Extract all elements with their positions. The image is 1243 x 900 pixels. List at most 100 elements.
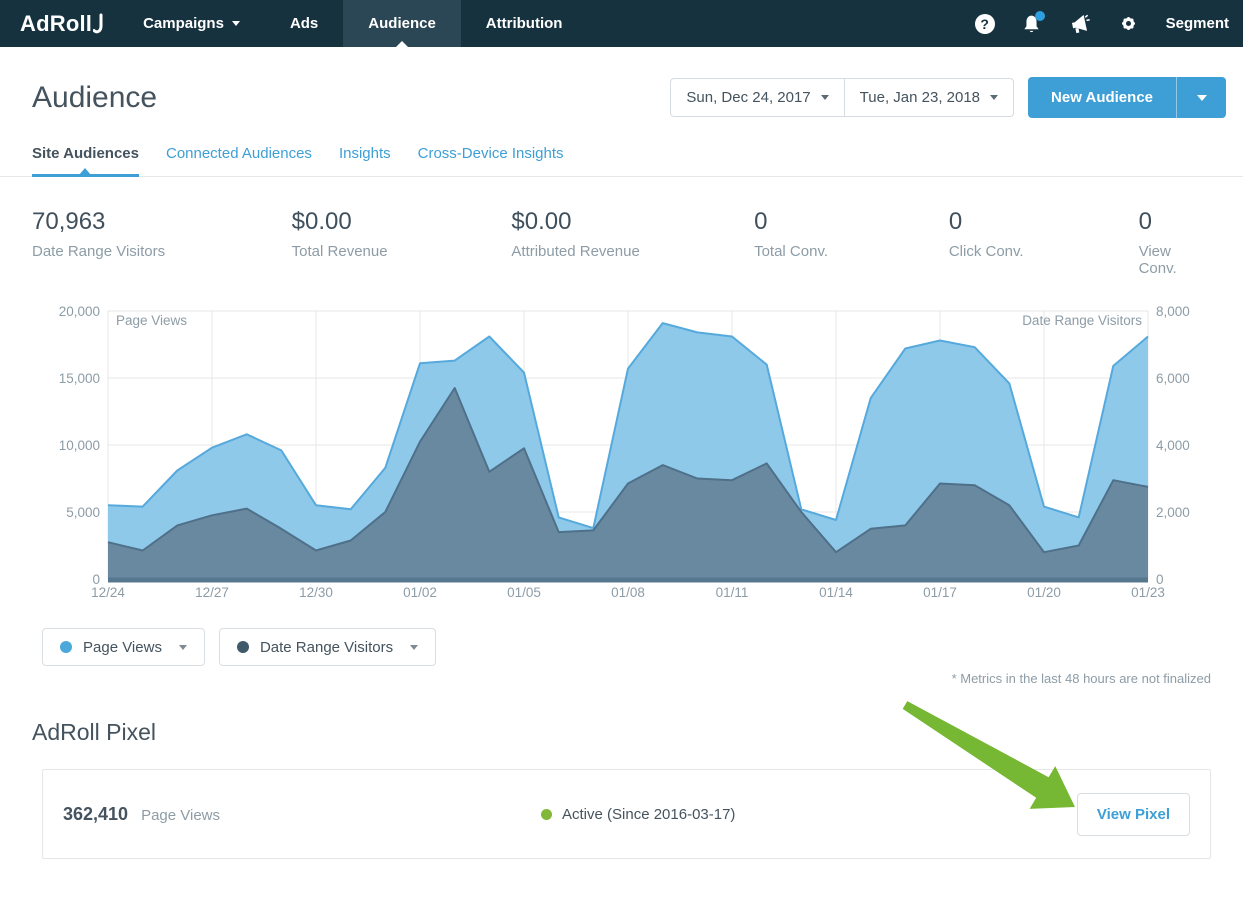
x-axis-tick: 01/17	[923, 585, 957, 600]
stat-view-conv-: 0 View Conv.	[1139, 208, 1213, 277]
legend-toggle-page-views[interactable]: Page Views	[42, 628, 205, 666]
x-axis-line	[108, 578, 1148, 583]
megaphone-glyph	[1068, 13, 1092, 35]
nav-item-ads[interactable]: Ads	[265, 0, 343, 47]
new-audience-button[interactable]: New Audience	[1028, 77, 1176, 118]
nav-item-attribution[interactable]: Attribution	[461, 0, 588, 47]
stat-date-range-visitors: 70,963 Date Range Visitors	[32, 208, 292, 277]
left-axis-tick: 10,000	[59, 438, 100, 453]
nav-item-label: Attribution	[486, 15, 563, 32]
area-chart-svg: 05,00010,00015,00020,00002,0004,0006,000…	[30, 303, 1210, 603]
right-axis-title: Date Range Visitors	[1022, 313, 1142, 328]
stat-label: Date Range Visitors	[32, 243, 292, 260]
top-navbar: AdRoll Campaigns Ads Audience Attribution ?	[0, 0, 1243, 47]
stat-value: 0	[754, 208, 949, 236]
nav-item-campaigns[interactable]: Campaigns	[118, 0, 265, 47]
x-axis-tick: 01/14	[819, 585, 853, 600]
tab-cross-device-insights[interactable]: Cross-Device Insights	[418, 135, 564, 176]
nav-item-label: Ads	[290, 15, 318, 32]
pixel-status: Active (Since 2016-03-17)	[541, 806, 735, 823]
audience-tabs: Site Audiences Connected Audiences Insight…	[0, 135, 1243, 177]
stat-value: $0.00	[511, 208, 754, 236]
stat-attributed-revenue: $0.00 Attributed Revenue	[511, 208, 754, 277]
stat-label: Total Revenue	[292, 243, 512, 260]
nav-item-label: Audience	[368, 15, 436, 32]
x-axis-tick: 12/24	[91, 585, 125, 600]
right-axis-tick: 4,000	[1156, 438, 1190, 453]
notification-bell-icon[interactable]	[1021, 13, 1042, 35]
nav-item-audience[interactable]: Audience	[343, 0, 461, 47]
adroll-logo[interactable]: AdRoll	[20, 0, 104, 47]
notification-badge	[1035, 11, 1045, 21]
new-audience-dropdown-button[interactable]	[1176, 77, 1226, 118]
gear-glyph	[1118, 13, 1139, 34]
summary-stats: 70,963Date Range Visitors$0.00Total Reve…	[0, 177, 1243, 277]
x-axis-tick: 12/27	[195, 585, 229, 600]
traffic-chart: 05,00010,00015,00020,00002,0004,0006,000…	[30, 303, 1210, 603]
new-audience-split-button: New Audience	[1028, 77, 1226, 118]
view-pixel-button[interactable]: View Pixel	[1077, 793, 1190, 836]
help-icon[interactable]: ?	[975, 14, 995, 34]
tab-site-audiences[interactable]: Site Audiences	[32, 135, 139, 176]
page-title: Audience	[32, 81, 157, 115]
stat-total-revenue: $0.00 Total Revenue	[292, 208, 512, 277]
stat-value: 0	[1139, 208, 1213, 236]
primary-nav: Campaigns Ads Audience Attribution	[118, 0, 587, 47]
series-dot-icon	[237, 641, 249, 653]
right-axis-tick: 6,000	[1156, 371, 1190, 386]
pixel-card: 362,410 Page Views Active (Since 2016-03…	[42, 769, 1211, 859]
legend-toggle-date-range-visitors[interactable]: Date Range Visitors	[219, 628, 436, 666]
chevron-down-icon	[821, 95, 829, 100]
x-axis-tick: 01/08	[611, 585, 645, 600]
adroll-logo-text: AdRoll	[20, 11, 92, 37]
left-axis-tick: 5,000	[66, 505, 100, 520]
pixel-pageviews: 362,410 Page Views	[63, 804, 541, 825]
tab-connected-audiences[interactable]: Connected Audiences	[166, 135, 312, 176]
x-axis-tick: 01/11	[716, 585, 749, 600]
date-range-end-button[interactable]: Tue, Jan 23, 2018	[844, 78, 1014, 117]
account-menu[interactable]: Segment	[1166, 15, 1229, 32]
right-axis-tick: 8,000	[1156, 304, 1190, 319]
megaphone-icon[interactable]	[1068, 13, 1092, 35]
date-range-end-label: Tue, Jan 23, 2018	[860, 89, 980, 106]
x-axis-tick: 01/05	[507, 585, 541, 600]
right-axis-tick: 2,000	[1156, 505, 1190, 520]
date-range-start-label: Sun, Dec 24, 2017	[686, 89, 810, 106]
chevron-down-icon	[410, 645, 418, 650]
left-axis-title: Page Views	[116, 313, 187, 328]
x-axis-tick: 01/02	[403, 585, 437, 600]
legend-label: Date Range Visitors	[260, 639, 393, 656]
left-axis-tick: 20,000	[59, 304, 100, 319]
chevron-down-icon	[1197, 95, 1207, 101]
x-axis-tick: 01/20	[1027, 585, 1061, 600]
stat-value: 70,963	[32, 208, 292, 236]
pixel-pageviews-value: 362,410	[63, 804, 128, 825]
stat-click-conv-: 0 Click Conv.	[949, 208, 1139, 277]
date-range-start-button[interactable]: Sun, Dec 24, 2017	[670, 78, 844, 117]
help-glyph: ?	[975, 14, 995, 34]
header-controls: Sun, Dec 24, 2017 Tue, Jan 23, 2018 New …	[670, 77, 1226, 118]
nav-item-label: Campaigns	[143, 15, 224, 32]
chevron-down-icon	[179, 645, 187, 650]
tab-insights[interactable]: Insights	[339, 135, 391, 176]
stat-value: $0.00	[292, 208, 512, 236]
adroll-logo-curl-icon	[93, 13, 104, 36]
chevron-down-icon	[232, 21, 240, 26]
x-axis-tick: 12/30	[299, 585, 333, 600]
stat-label: View Conv.	[1139, 243, 1213, 277]
stat-label: Click Conv.	[949, 243, 1139, 260]
pixel-status-text: Active (Since 2016-03-17)	[562, 806, 735, 823]
chart-legend: Page Views Date Range Visitors	[42, 628, 1243, 666]
pixel-section-title: AdRoll Pixel	[32, 719, 1243, 746]
chevron-down-icon	[990, 95, 998, 100]
metrics-footnote: * Metrics in the last 48 hours are not f…	[32, 671, 1211, 686]
gear-icon[interactable]	[1118, 13, 1139, 34]
page-header: Audience Sun, Dec 24, 2017 Tue, Jan 23, …	[0, 47, 1243, 118]
left-axis-tick: 15,000	[59, 371, 100, 386]
stat-label: Attributed Revenue	[511, 243, 754, 260]
legend-label: Page Views	[83, 639, 162, 656]
stat-total-conv-: 0Total Conv.	[754, 208, 949, 277]
x-axis-tick: 01/23	[1131, 585, 1165, 600]
status-dot-icon	[541, 809, 552, 820]
stat-value: 0	[949, 208, 1139, 236]
